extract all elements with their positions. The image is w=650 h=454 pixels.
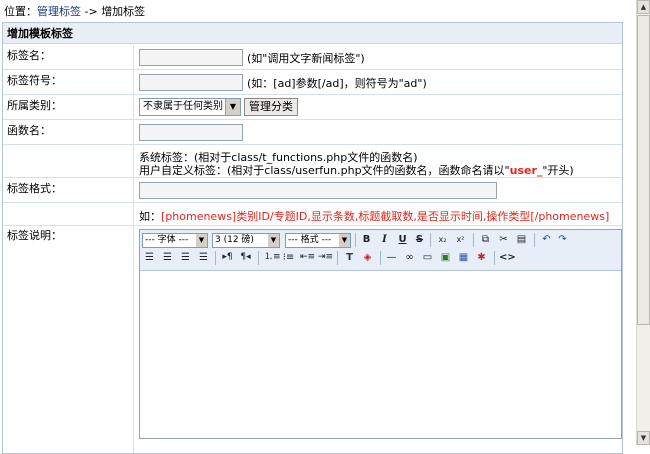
tag-format-label: 标签格式： — [3, 178, 134, 202]
underline-icon[interactable]: U — [396, 233, 409, 246]
media-icon[interactable]: ▦ — [457, 251, 470, 264]
vertical-scrollbar[interactable]: ▲ ▼ — [636, 0, 650, 445]
link-icon[interactable]: ∞ — [403, 251, 416, 264]
tag-name-input[interactable] — [139, 49, 243, 66]
bold-icon[interactable]: B — [360, 233, 373, 246]
chevron-down-icon: ▼ — [339, 234, 350, 247]
row-tag-name: 标签名： (如"调用文字新闻标签") — [3, 45, 622, 70]
tag-format-input[interactable] — [139, 182, 497, 199]
breadcrumb-separator: -> — [81, 5, 102, 18]
add-tag-form: 增加模板标签 标签名： (如"调用文字新闻标签") 标签符号： (如：[ad]参… — [2, 22, 623, 454]
scroll-down-icon[interactable]: ▼ — [637, 431, 650, 445]
format-block-select[interactable]: --- 格式 --- ▼ — [285, 233, 351, 248]
copy-icon[interactable]: ⧉ — [479, 233, 492, 246]
tag-name-label: 标签名： — [3, 45, 134, 69]
editor-toolbar: --- 字体 --- ▼ 3 (12 磅) ▼ --- 格式 --- ▼ B I U … — [140, 230, 621, 271]
unordered-list-icon[interactable]: ⁝≡ — [282, 251, 295, 264]
row-tag-format: 标签格式： — [3, 178, 622, 203]
breadcrumb-current: 增加标签 — [101, 5, 146, 18]
category-selected-value: 不隶属于任何类别 — [143, 101, 223, 112]
cut-icon[interactable]: ✂ — [497, 233, 510, 246]
chevron-down-icon: ▼ — [225, 99, 240, 115]
ordered-list-icon[interactable]: ⒈≡ — [264, 251, 281, 264]
italic-icon[interactable]: I — [378, 233, 391, 246]
row-tag-symbol: 标签符号： (如：[ad]参数[/ad]，则符号为"ad") — [3, 70, 622, 95]
strikethrough-icon[interactable]: S — [413, 233, 426, 246]
clean-format-icon[interactable]: ✱ — [475, 251, 488, 264]
paste-icon[interactable]: ▤ — [515, 233, 528, 246]
form-header: 增加模板标签 — [3, 23, 622, 44]
tag-symbol-input[interactable] — [139, 74, 243, 91]
chevron-down-icon: ▼ — [196, 234, 207, 247]
tag-symbol-label: 标签符号： — [3, 70, 134, 94]
row-function-note: 系统标签：(相对于class/t_functions.php文件的函数名) 用户… — [3, 145, 622, 178]
row-category: 所属类别： 不隶属于任何类别 ▼ 管理分类 — [3, 95, 622, 120]
align-right-icon[interactable]: ☰ — [179, 251, 192, 264]
rtl-icon[interactable]: ¶◂ — [239, 251, 252, 264]
horizontal-rule-icon[interactable]: — — [385, 251, 398, 264]
row-tag-description: 标签说明： --- 字体 --- ▼ 3 (12 磅) ▼ --- 格式 --- ▼ … — [3, 226, 622, 453]
breadcrumb-prefix: 位置： — [4, 5, 37, 18]
function-name-label: 函数名： — [3, 120, 134, 144]
breadcrumb-link-manage-tags[interactable]: 管理标签 — [37, 5, 81, 18]
format-example-code: [phomenews]类别ID/专题ID,显示条数,标题截取数,是否显示时间,操… — [161, 210, 610, 223]
category-label: 所属类别： — [3, 95, 134, 119]
source-code-icon[interactable]: <> — [499, 251, 516, 264]
redo-icon[interactable]: ↷ — [556, 233, 569, 246]
category-select[interactable]: 不隶属于任何类别 ▼ — [139, 98, 241, 116]
row-format-example: 如：[phomenews]类别ID/专题ID,显示条数,标题截取数,是否显示时间… — [3, 203, 622, 226]
format-example: 如：[phomenews]类别ID/专题ID,显示条数,标题截取数,是否显示时间… — [139, 210, 610, 223]
indent-icon[interactable]: ⇥≡ — [318, 251, 333, 264]
outdent-icon[interactable]: ⇤≡ — [300, 251, 315, 264]
align-justify-icon[interactable]: ☰ — [197, 251, 210, 264]
table-icon[interactable]: ▭ — [421, 251, 434, 264]
text-color-icon[interactable]: T — [343, 251, 356, 264]
tag-name-hint: (如"调用文字新闻标签") — [247, 52, 365, 65]
editor-content-area[interactable] — [140, 271, 621, 438]
align-center-icon[interactable]: ☰ — [161, 251, 174, 264]
subscript-icon[interactable]: x₂ — [436, 233, 449, 246]
manage-category-button[interactable]: 管理分类 — [244, 98, 298, 116]
font-family-select[interactable]: --- 字体 --- ▼ — [142, 233, 208, 248]
rich-text-editor: --- 字体 --- ▼ 3 (12 磅) ▼ --- 格式 --- ▼ B I U … — [139, 229, 622, 439]
scrollbar-thumb[interactable] — [637, 15, 650, 325]
superscript-icon[interactable]: x² — [454, 233, 467, 246]
align-left-icon[interactable]: ☰ — [143, 251, 156, 264]
breadcrumb: 位置：管理标签 -> 增加标签 — [4, 4, 145, 20]
background-color-icon[interactable]: ◈ — [361, 251, 374, 264]
chevron-down-icon: ▼ — [268, 234, 279, 247]
undo-icon[interactable]: ↶ — [540, 233, 553, 246]
row-function-name: 函数名： — [3, 120, 622, 145]
user-prefix: user_ — [509, 164, 543, 177]
tag-symbol-hint: (如：[ad]参数[/ad]，则符号为"ad") — [247, 77, 427, 90]
image-icon[interactable]: ▣ — [439, 251, 452, 264]
font-size-select[interactable]: 3 (12 磅) ▼ — [212, 233, 280, 248]
tag-description-label: 标签说明： — [3, 226, 134, 453]
ltr-icon[interactable]: ▸¶ — [221, 251, 234, 264]
function-name-input[interactable] — [139, 124, 243, 141]
function-note-line2: 用户自定义标签：(相对于class/userfun.php文件的函数名，函数命名… — [139, 164, 574, 177]
scroll-up-icon[interactable]: ▲ — [637, 0, 650, 14]
